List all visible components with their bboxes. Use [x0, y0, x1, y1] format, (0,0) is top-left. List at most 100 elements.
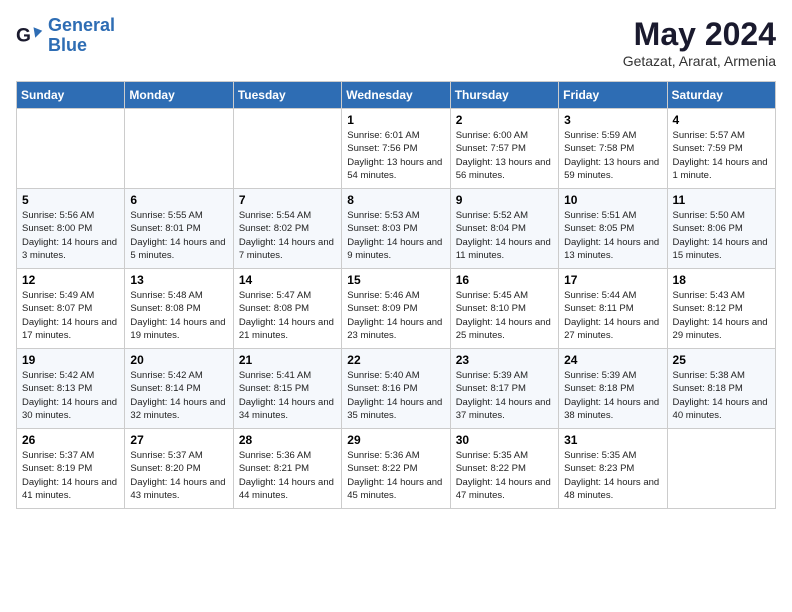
day-info: Sunrise: 5:38 AMSunset: 8:18 PMDaylight:… [673, 369, 770, 422]
day-number: 30 [456, 433, 553, 447]
month-title: May 2024 [623, 16, 776, 53]
day-number: 4 [673, 113, 770, 127]
header-friday: Friday [559, 82, 667, 109]
calendar-cell: 22Sunrise: 5:40 AMSunset: 8:16 PMDayligh… [342, 349, 450, 429]
day-info: Sunrise: 5:53 AMSunset: 8:03 PMDaylight:… [347, 209, 444, 262]
day-info: Sunrise: 5:43 AMSunset: 8:12 PMDaylight:… [673, 289, 770, 342]
calendar-cell [667, 429, 775, 509]
day-info: Sunrise: 5:39 AMSunset: 8:17 PMDaylight:… [456, 369, 553, 422]
day-info: Sunrise: 5:51 AMSunset: 8:05 PMDaylight:… [564, 209, 661, 262]
day-number: 1 [347, 113, 444, 127]
day-info: Sunrise: 5:35 AMSunset: 8:22 PMDaylight:… [456, 449, 553, 502]
calendar-cell: 25 Sunrise: 5:38 AMSunset: 8:18 PMDayligh… [667, 349, 775, 429]
logo-text: General Blue [48, 16, 115, 56]
header-saturday: Saturday [667, 82, 775, 109]
location-subtitle: Getazat, Ararat, Armenia [623, 53, 776, 69]
day-info: Sunrise: 5:50 AMSunset: 8:06 PMDaylight:… [673, 209, 770, 262]
header-tuesday: Tuesday [233, 82, 341, 109]
svg-text:G: G [16, 25, 31, 46]
day-info: Sunrise: 5:35 AMSunset: 8:23 PMDaylight:… [564, 449, 661, 502]
day-number: 3 [564, 113, 661, 127]
day-info: Sunrise: 5:47 AMSunset: 8:08 PMDaylight:… [239, 289, 336, 342]
day-number: 11 [673, 193, 770, 207]
calendar-cell: 20Sunrise: 5:42 AMSunset: 8:14 PMDayligh… [125, 349, 233, 429]
calendar-cell: 1 Sunrise: 6:01 AMSunset: 7:56 PMDaylight… [342, 109, 450, 189]
day-info: Sunrise: 5:56 AMSunset: 8:00 PMDaylight:… [22, 209, 119, 262]
day-number: 14 [239, 273, 336, 287]
calendar-cell: 29 Sunrise: 5:36 AMSunset: 8:22 PMDayligh… [342, 429, 450, 509]
day-number: 17 [564, 273, 661, 287]
day-number: 28 [239, 433, 336, 447]
calendar-cell: 5 Sunrise: 5:56 AMSunset: 8:00 PMDaylight… [17, 189, 125, 269]
calendar-week-row: 1 Sunrise: 6:01 AMSunset: 7:56 PMDaylight… [17, 109, 776, 189]
day-info: Sunrise: 6:01 AMSunset: 7:56 PMDaylight:… [347, 129, 444, 182]
day-number: 19 [22, 353, 119, 367]
calendar-cell: 2Sunrise: 6:00 AMSunset: 7:57 PMDaylight… [450, 109, 558, 189]
day-number: 13 [130, 273, 227, 287]
calendar-cell: 11 Sunrise: 5:50 AMSunset: 8:06 PMDayligh… [667, 189, 775, 269]
calendar-cell: 3 Sunrise: 5:59 AMSunset: 7:58 PMDaylight… [559, 109, 667, 189]
calendar-cell: 28 Sunrise: 5:36 AMSunset: 8:21 PMDayligh… [233, 429, 341, 509]
header-sunday: Sunday [17, 82, 125, 109]
day-number: 27 [130, 433, 227, 447]
calendar-cell: 23 Sunrise: 5:39 AMSunset: 8:17 PMDayligh… [450, 349, 558, 429]
calendar-cell: 8 Sunrise: 5:53 AMSunset: 8:03 PMDaylight… [342, 189, 450, 269]
logo-icon: G [16, 22, 44, 50]
calendar-cell [125, 109, 233, 189]
logo: G General Blue [16, 16, 115, 56]
calendar-cell: 6Sunrise: 5:55 AMSunset: 8:01 PMDaylight… [125, 189, 233, 269]
day-info: Sunrise: 5:36 AMSunset: 8:22 PMDaylight:… [347, 449, 444, 502]
calendar-cell: 18 Sunrise: 5:43 AMSunset: 8:12 PMDayligh… [667, 269, 775, 349]
day-number: 9 [456, 193, 553, 207]
calendar-cell: 26 Sunrise: 5:37 AMSunset: 8:19 PMDayligh… [17, 429, 125, 509]
calendar-cell [17, 109, 125, 189]
header-thursday: Thursday [450, 82, 558, 109]
calendar-cell: 30 Sunrise: 5:35 AMSunset: 8:22 PMDayligh… [450, 429, 558, 509]
calendar-cell: 15Sunrise: 5:46 AMSunset: 8:09 PMDayligh… [342, 269, 450, 349]
day-number: 21 [239, 353, 336, 367]
title-block: May 2024 Getazat, Ararat, Armenia [623, 16, 776, 69]
calendar-body: 1 Sunrise: 6:01 AMSunset: 7:56 PMDaylight… [17, 109, 776, 509]
calendar-week-row: 19Sunrise: 5:42 AMSunset: 8:13 PMDayligh… [17, 349, 776, 429]
day-info: Sunrise: 5:55 AMSunset: 8:01 PMDaylight:… [130, 209, 227, 262]
calendar-cell: 10Sunrise: 5:51 AMSunset: 8:05 PMDayligh… [559, 189, 667, 269]
day-info: Sunrise: 5:57 AMSunset: 7:59 PMDaylight:… [673, 129, 770, 182]
day-number: 20 [130, 353, 227, 367]
day-number: 18 [673, 273, 770, 287]
weekday-header-row: Sunday Monday Tuesday Wednesday Thursday… [17, 82, 776, 109]
day-number: 25 [673, 353, 770, 367]
day-number: 8 [347, 193, 444, 207]
day-number: 31 [564, 433, 661, 447]
day-info: Sunrise: 5:37 AMSunset: 8:19 PMDaylight:… [22, 449, 119, 502]
day-info: Sunrise: 5:36 AMSunset: 8:21 PMDaylight:… [239, 449, 336, 502]
day-number: 26 [22, 433, 119, 447]
day-info: Sunrise: 5:44 AMSunset: 8:11 PMDaylight:… [564, 289, 661, 342]
calendar-week-row: 26 Sunrise: 5:37 AMSunset: 8:19 PMDayligh… [17, 429, 776, 509]
page-header: G General Blue May 2024 Getazat, Ararat,… [16, 16, 776, 69]
day-info: Sunrise: 5:45 AMSunset: 8:10 PMDaylight:… [456, 289, 553, 342]
day-info: Sunrise: 5:49 AMSunset: 8:07 PMDaylight:… [22, 289, 119, 342]
calendar-cell: 12Sunrise: 5:49 AMSunset: 8:07 PMDayligh… [17, 269, 125, 349]
calendar-cell: 9 Sunrise: 5:52 AMSunset: 8:04 PMDaylight… [450, 189, 558, 269]
day-info: Sunrise: 5:48 AMSunset: 8:08 PMDaylight:… [130, 289, 227, 342]
calendar-cell: 17 Sunrise: 5:44 AMSunset: 8:11 PMDayligh… [559, 269, 667, 349]
calendar-cell: 31 Sunrise: 5:35 AMSunset: 8:23 PMDayligh… [559, 429, 667, 509]
calendar-cell [233, 109, 341, 189]
day-number: 29 [347, 433, 444, 447]
header-wednesday: Wednesday [342, 82, 450, 109]
calendar-cell: 27Sunrise: 5:37 AMSunset: 8:20 PMDayligh… [125, 429, 233, 509]
calendar-cell: 14 Sunrise: 5:47 AMSunset: 8:08 PMDayligh… [233, 269, 341, 349]
day-number: 16 [456, 273, 553, 287]
calendar-cell: 21 Sunrise: 5:41 AMSunset: 8:15 PMDayligh… [233, 349, 341, 429]
day-number: 24 [564, 353, 661, 367]
day-info: Sunrise: 5:54 AMSunset: 8:02 PMDaylight:… [239, 209, 336, 262]
day-info: Sunrise: 5:41 AMSunset: 8:15 PMDaylight:… [239, 369, 336, 422]
day-info: Sunrise: 5:46 AMSunset: 8:09 PMDaylight:… [347, 289, 444, 342]
day-number: 22 [347, 353, 444, 367]
calendar-cell: 7Sunrise: 5:54 AMSunset: 8:02 PMDaylight… [233, 189, 341, 269]
day-info: Sunrise: 5:59 AMSunset: 7:58 PMDaylight:… [564, 129, 661, 182]
day-number: 23 [456, 353, 553, 367]
day-info: Sunrise: 5:52 AMSunset: 8:04 PMDaylight:… [456, 209, 553, 262]
day-number: 2 [456, 113, 553, 127]
day-number: 5 [22, 193, 119, 207]
